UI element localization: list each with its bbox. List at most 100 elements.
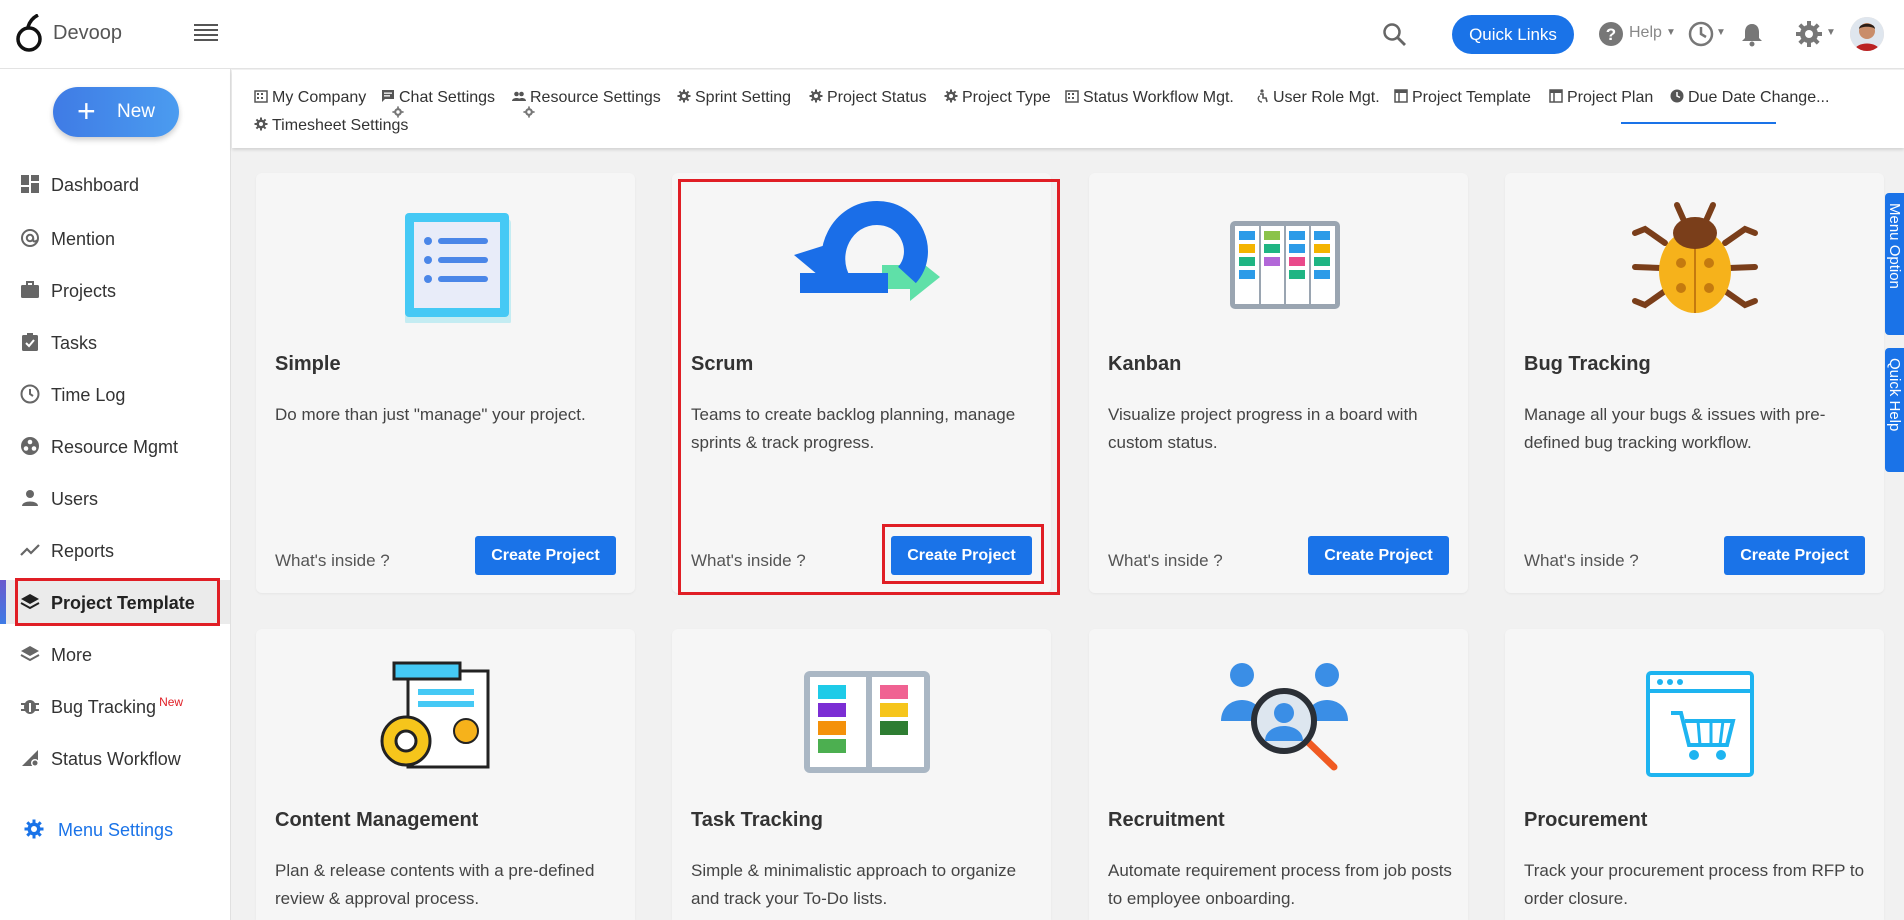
list-doc-icon bbox=[405, 213, 511, 323]
tab-project-status[interactable]: Project Status bbox=[809, 89, 927, 107]
sidebar-item-mention[interactable]: Mention bbox=[0, 216, 230, 260]
tab-label: Project Type bbox=[962, 89, 1051, 106]
tab-due-date-change[interactable]: Due Date Change... bbox=[1670, 89, 1829, 107]
help-caret-icon[interactable]: ▼ bbox=[1666, 27, 1676, 38]
template-icon bbox=[1549, 89, 1563, 103]
new-badge: New bbox=[159, 695, 184, 709]
whats-inside-link[interactable]: What's inside ? bbox=[1108, 551, 1223, 571]
chat-settings-gear-icon[interactable] bbox=[392, 106, 404, 118]
card-description: Plan & release contents with a pre-defin… bbox=[275, 861, 595, 908]
help-icon[interactable]: ? bbox=[1598, 21, 1624, 47]
gear-icon[interactable] bbox=[1795, 20, 1823, 48]
tab-resource-settings[interactable]: Resource Settings bbox=[512, 89, 661, 107]
content-gear-doc-icon bbox=[380, 661, 490, 769]
sidebar-item-label: Users bbox=[51, 489, 99, 509]
gear-icon bbox=[809, 89, 823, 103]
tab-project-template[interactable]: Project Template bbox=[1394, 89, 1531, 107]
gear-icon bbox=[944, 89, 958, 103]
task-board-icon bbox=[804, 671, 930, 773]
hamburger-menu-icon[interactable] bbox=[194, 24, 218, 44]
tab-user-role-mgt[interactable]: User Role Mgt. bbox=[1255, 89, 1380, 107]
card-title: Kanban bbox=[1108, 353, 1182, 375]
card-title: Task Tracking bbox=[691, 809, 823, 831]
clock-icon[interactable] bbox=[1688, 21, 1714, 47]
building-icon bbox=[254, 90, 268, 103]
tab-chat-settings[interactable]: Chat Settings bbox=[381, 89, 495, 107]
highlight-box bbox=[15, 578, 220, 626]
svg-text:?: ? bbox=[1606, 25, 1616, 44]
help-label[interactable]: Help bbox=[1629, 24, 1662, 42]
tab-timesheet-settings[interactable]: Timesheet Settings bbox=[254, 117, 408, 135]
card-description: Do more than just "manage" your project. bbox=[275, 405, 586, 424]
bug-tracking-label: Bug Tracking bbox=[51, 697, 157, 717]
create-project-button[interactable]: Create Project bbox=[475, 536, 616, 575]
sidebar-item-status-workflow[interactable]: Status Workflow bbox=[0, 736, 230, 780]
top-bar: Devoop Quick Links ? Help ▼ ▼ ▼ bbox=[0, 0, 1904, 69]
kanban-board-icon bbox=[1230, 221, 1340, 309]
menu-option-side-tab[interactable]: Menu Option bbox=[1885, 193, 1904, 335]
tab-label: Resource Settings bbox=[530, 89, 661, 106]
card-description: Track your procurement process from RFP … bbox=[1524, 861, 1865, 908]
highlight-box bbox=[882, 524, 1044, 584]
tab-status-workflow-mgt[interactable]: Status Workflow Mgt. bbox=[1065, 89, 1234, 107]
sidebar-item-label: Bug Tracking New bbox=[51, 695, 184, 718]
menu-settings-link[interactable]: Menu Settings bbox=[0, 809, 230, 849]
search-icon[interactable] bbox=[1382, 22, 1408, 48]
template-card-simple[interactable]: Simple Do more than just "manage" your p… bbox=[256, 173, 635, 593]
sidebar-item-tasks[interactable]: Tasks bbox=[0, 320, 230, 364]
building-icon bbox=[1065, 90, 1079, 103]
template-card-recruitment[interactable]: Recruitment Automate requirement process… bbox=[1089, 629, 1468, 920]
tab-project-type[interactable]: Project Type bbox=[944, 89, 1051, 107]
card-title: Procurement bbox=[1524, 809, 1648, 831]
sidebar-item-projects[interactable]: Projects bbox=[0, 268, 230, 312]
template-card-task-tracking[interactable]: Task Tracking Simple & minimalistic appr… bbox=[672, 629, 1051, 920]
cart-window-icon bbox=[1646, 671, 1754, 777]
new-button-label: New bbox=[117, 101, 156, 122]
sidebar-item-more[interactable]: More bbox=[0, 632, 230, 676]
bug-icon bbox=[1632, 202, 1758, 313]
devoop-logo[interactable] bbox=[14, 14, 44, 54]
bell-icon[interactable] bbox=[1740, 21, 1764, 47]
gear-caret-icon[interactable]: ▼ bbox=[1826, 27, 1836, 38]
template-card-bug-tracking[interactable]: Bug Tracking Manage all your bugs & issu… bbox=[1505, 173, 1884, 593]
sidebar-item-resource-mgmt[interactable]: Resource Mgmt bbox=[0, 424, 230, 468]
tab-my-company[interactable]: My Company bbox=[254, 89, 366, 107]
tab-sprint-setting[interactable]: Sprint Setting bbox=[677, 89, 791, 107]
resource-settings-gear-icon[interactable] bbox=[523, 106, 535, 118]
plus-icon: + bbox=[77, 93, 96, 129]
clock-caret-icon[interactable]: ▼ bbox=[1716, 27, 1726, 38]
create-project-button[interactable]: Create Project bbox=[1724, 536, 1865, 575]
avatar[interactable] bbox=[1850, 17, 1884, 51]
clipboard-check-icon bbox=[22, 333, 38, 351]
template-icon bbox=[1394, 89, 1408, 103]
tab-label: Due Date Change... bbox=[1688, 89, 1830, 106]
template-card-content-management[interactable]: Content Management Plan & release conten… bbox=[256, 629, 635, 920]
sidebar-item-label: Tasks bbox=[51, 333, 98, 353]
new-button[interactable]: + New bbox=[53, 87, 179, 137]
sidebar-item-reports[interactable]: Reports bbox=[0, 528, 230, 572]
sidebar-item-label: Time Log bbox=[51, 385, 126, 405]
whats-inside-link[interactable]: What's inside ? bbox=[275, 551, 390, 571]
template-card-procurement[interactable]: Procurement Track your procurement proce… bbox=[1505, 629, 1884, 920]
card-title: Simple bbox=[275, 353, 341, 375]
sidebar-item-dashboard[interactable]: Dashboard bbox=[0, 162, 230, 206]
tab-project-plan[interactable]: Project Plan bbox=[1549, 89, 1653, 107]
gear-icon bbox=[254, 117, 268, 131]
recruit-search-icon bbox=[1221, 663, 1348, 771]
template-card-kanban[interactable]: Kanban Visualize project progress in a b… bbox=[1089, 173, 1468, 593]
user-icon bbox=[22, 490, 38, 506]
gear-icon bbox=[677, 89, 691, 103]
layers-icon bbox=[20, 646, 40, 662]
sidebar-item-label: Projects bbox=[51, 281, 117, 301]
create-project-button[interactable]: Create Project bbox=[1308, 536, 1449, 575]
sidebar-item-users[interactable]: Users bbox=[0, 476, 230, 520]
quick-help-side-tab[interactable]: Quick Help bbox=[1885, 348, 1904, 472]
tab-label: Chat Settings bbox=[399, 89, 496, 106]
sidebar-item-time-log[interactable]: Time Log bbox=[0, 372, 230, 416]
whats-inside-link[interactable]: What's inside ? bbox=[1524, 551, 1639, 571]
clock-icon bbox=[1670, 89, 1684, 103]
dashboard-icon bbox=[21, 175, 39, 193]
sidebar-item-bug-tracking[interactable]: Bug Tracking New bbox=[0, 684, 230, 728]
tab-label: Project Template bbox=[1412, 89, 1531, 106]
quick-links-button[interactable]: Quick Links bbox=[1452, 15, 1574, 54]
